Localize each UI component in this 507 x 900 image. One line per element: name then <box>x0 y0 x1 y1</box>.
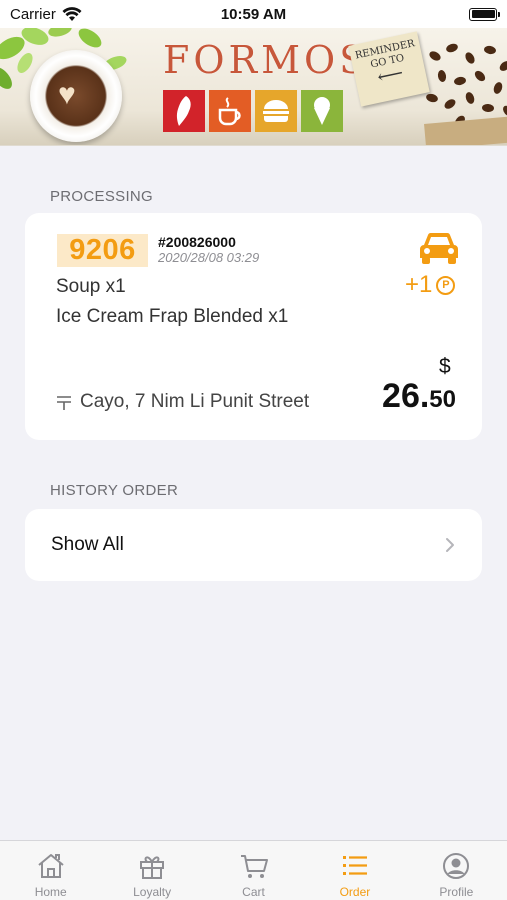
battery-icon <box>469 7 500 21</box>
order-pickup-number: 9206 <box>57 234 148 267</box>
brand-tiles <box>163 90 343 132</box>
tab-label: Cart <box>242 885 265 899</box>
order-item: Ice Cream Frap Blended x1 <box>56 306 289 327</box>
show-all-label: Show All <box>51 534 124 555</box>
profile-icon <box>443 853 470 879</box>
carrier-label: Carrier <box>10 5 56 23</box>
history-section-label: HISTORY ORDER <box>50 482 179 499</box>
list-icon <box>342 856 367 875</box>
order-total: 26. 50 <box>382 377 456 416</box>
tab-label: Loyalty <box>133 885 172 899</box>
price-integer: 26. <box>382 377 430 415</box>
points-badge-icon: P <box>436 275 456 295</box>
store-location-icon <box>57 396 71 410</box>
tab-label: Profile <box>439 885 474 899</box>
tab-cart[interactable]: Cart <box>203 841 304 900</box>
price-decimal: 50 <box>429 386 456 413</box>
home-icon <box>38 854 64 878</box>
status-bar: Carrier 10:59 AM <box>0 0 507 28</box>
order-id: #200826000 <box>158 234 236 250</box>
ice-cream-icon <box>301 90 343 132</box>
arrow-left-icon: ⟵ <box>375 62 406 89</box>
loyalty-points: +1 P <box>405 271 456 299</box>
burger-icon <box>255 90 297 132</box>
coffee-cup-image <box>30 50 122 142</box>
tab-bar: Home Loyalty Cart Order Profile <box>0 840 507 900</box>
header-banner: ♥ FORMOSA REMINDER GO TO ⟵ <box>0 28 507 146</box>
gift-icon <box>140 856 165 879</box>
tab-home[interactable]: Home <box>0 841 101 900</box>
address-text: Cayo, 7 Nim Li Punit Street <box>80 391 310 412</box>
tab-loyalty[interactable]: Loyalty <box>101 841 202 900</box>
chevron-right-icon <box>446 538 454 552</box>
brand-logo: FORMOSA <box>163 38 401 82</box>
status-left: Carrier <box>10 6 82 23</box>
tab-profile[interactable]: Profile <box>406 841 507 900</box>
tab-order[interactable]: Order <box>304 841 405 900</box>
processing-section-label: PROCESSING <box>50 188 154 205</box>
processing-order-card[interactable]: 9206 #200826000 2020/28/08 03:29 +1 P So… <box>25 213 482 440</box>
coffee-icon <box>209 90 251 132</box>
latte-heart-icon: ♥ <box>58 78 76 111</box>
cart-icon <box>240 855 268 878</box>
currency-symbol: $ <box>439 355 451 378</box>
points-value: +1 <box>405 271 433 298</box>
car-icon <box>420 232 458 264</box>
store-address: Cayo, 7 Nim Li Punit Street <box>56 391 309 413</box>
tab-label: Order <box>339 885 371 899</box>
show-all-row[interactable]: Show All <box>25 509 482 581</box>
wifi-icon <box>62 6 82 21</box>
tab-label: Home <box>34 885 67 899</box>
reminder-note: REMINDER GO TO ⟵ <box>348 31 430 107</box>
order-item: Soup x1 <box>56 276 126 297</box>
order-datetime: 2020/28/08 03:29 <box>158 250 260 265</box>
island-icon <box>163 90 205 132</box>
